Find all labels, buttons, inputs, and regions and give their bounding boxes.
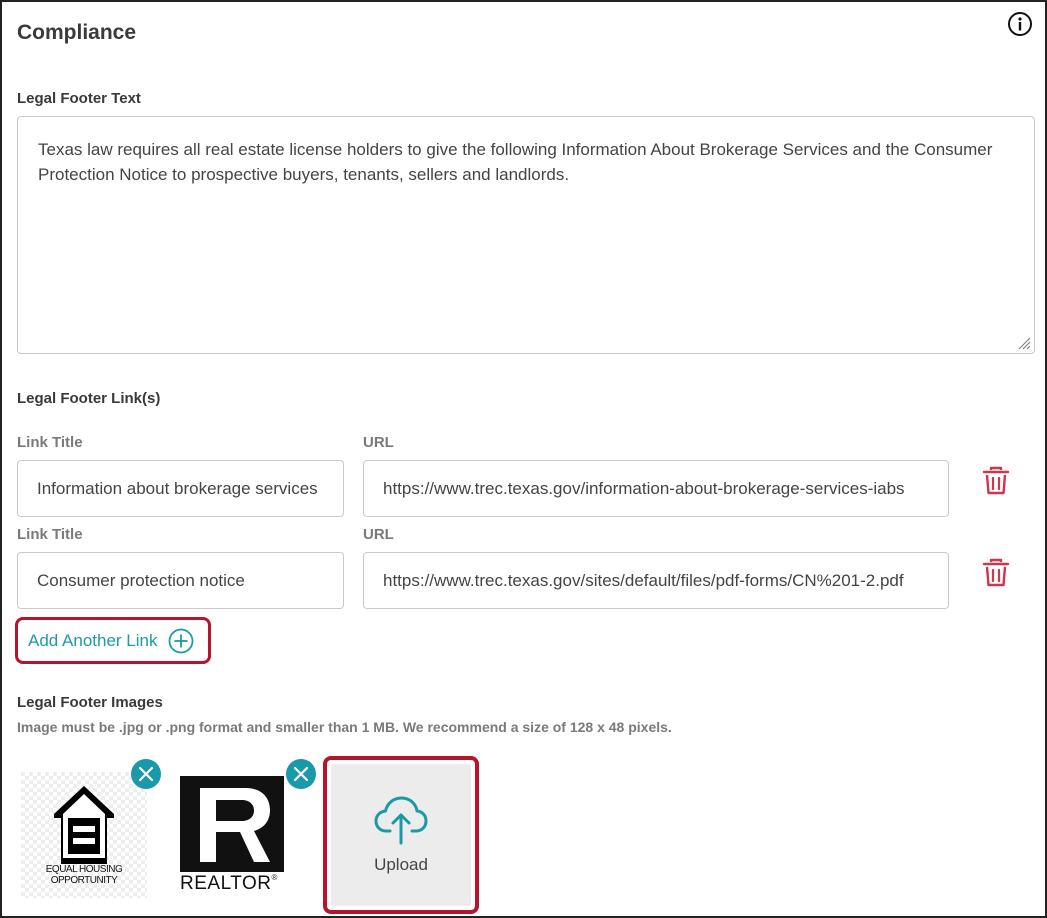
remove-image-button[interactable] (286, 759, 316, 789)
url-input[interactable]: https://www.trec.texas.gov/sites/default… (363, 552, 949, 609)
image-help-text: Image must be .jpg or .png format and sm… (17, 719, 672, 735)
close-icon (293, 766, 309, 782)
add-another-link-button[interactable]: Add Another Link (15, 617, 211, 664)
equal-housing-caption-line1: EQUAL HOUSING (45, 864, 123, 875)
url-label: URL (363, 434, 394, 451)
upload-label: Upload (374, 855, 428, 874)
link-title-label: Link Title (17, 434, 83, 451)
realtor-caption: REALTOR (180, 873, 272, 894)
cloud-upload-icon (374, 796, 428, 845)
equal-housing-caption-line2: OPPORTUNITY (50, 875, 118, 886)
legal-footer-images-label: Legal Footer Images (17, 694, 163, 711)
legal-footer-text-label: Legal Footer Text (17, 90, 141, 107)
compliance-panel: Compliance Legal Footer Text Texas law r… (0, 0, 1047, 918)
link-title-value: Consumer protection notice (37, 570, 245, 590)
link-title-input[interactable]: Information about brokerage services (17, 460, 344, 517)
upload-dropzone[interactable]: Upload (331, 764, 471, 906)
resize-grip-icon[interactable] (1017, 336, 1031, 350)
url-input[interactable]: https://www.trec.texas.gov/information-a… (363, 460, 949, 517)
legal-footer-links-label: Legal Footer Link(s) (17, 390, 161, 407)
plus-circle-icon (169, 628, 194, 653)
upload-button[interactable]: Upload (323, 756, 479, 914)
url-value: https://www.trec.texas.gov/information-a… (383, 478, 905, 498)
realtor-logo: REALTOR® (178, 774, 300, 896)
equal-housing-opportunity-logo: EQUAL HOUSING OPPORTUNITY (21, 772, 147, 898)
close-icon (138, 766, 154, 782)
link-title-label: Link Title (17, 526, 83, 543)
link-title-value: Information about brokerage services (37, 478, 318, 498)
info-circle-icon[interactable] (1007, 11, 1033, 37)
url-value: https://www.trec.texas.gov/sites/default… (383, 570, 904, 590)
link-title-input[interactable]: Consumer protection notice (17, 552, 344, 609)
realtor-logo-image (180, 776, 284, 872)
section-title: Compliance (17, 21, 137, 44)
trash-icon[interactable] (982, 558, 1010, 588)
legal-footer-textarea[interactable]: Texas law requires all real estate licen… (17, 116, 1035, 354)
remove-image-button[interactable] (131, 759, 161, 789)
add-another-link-label: Add Another Link (28, 630, 158, 650)
legal-footer-text-value: Texas law requires all real estate licen… (38, 140, 993, 184)
trash-icon[interactable] (982, 466, 1010, 496)
url-label: URL (363, 526, 394, 543)
